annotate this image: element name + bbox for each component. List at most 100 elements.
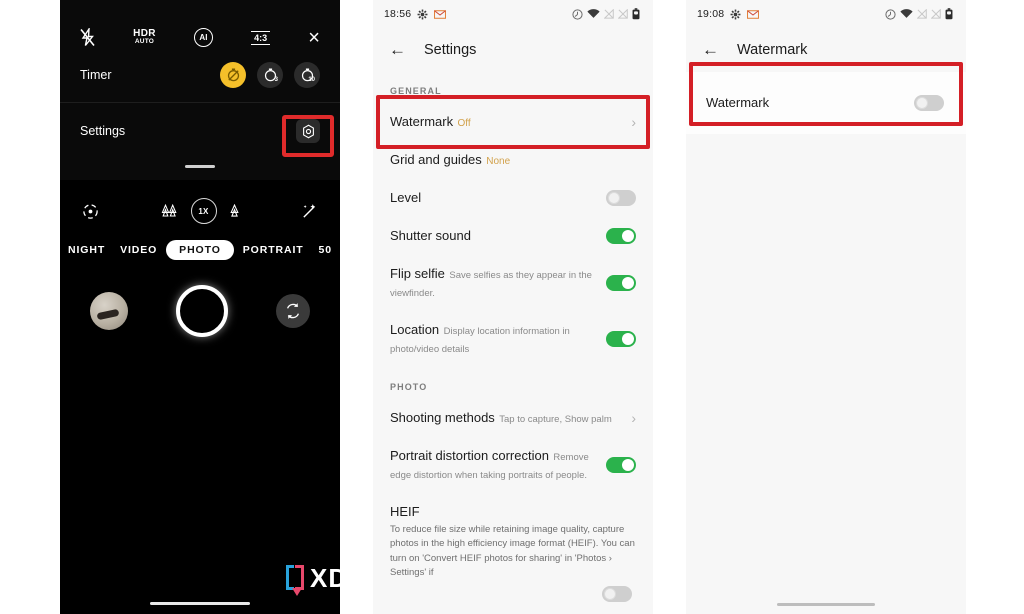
chevron-right-icon: › — [631, 410, 636, 426]
flash-off-icon[interactable] — [80, 28, 95, 47]
zoom-level-button[interactable]: 1X — [190, 198, 217, 224]
heif-description: To reduce file size while retaining imag… — [390, 524, 635, 578]
flip-selfie-toggle[interactable] — [606, 275, 636, 291]
settings-item-label: Grid and guides — [390, 152, 482, 167]
portrait-distortion-toggle[interactable] — [606, 457, 636, 473]
gmail-icon — [747, 9, 760, 19]
magic-wand-icon[interactable] — [301, 203, 318, 220]
settings-item-watermark[interactable]: Watermark Off › — [373, 104, 653, 142]
settings-item-label: Watermark — [390, 114, 454, 129]
settings-item-label: Shooting methods — [390, 410, 495, 425]
close-icon[interactable]: × — [308, 28, 320, 48]
section-header-general: GENERAL — [390, 86, 442, 96]
signal-2-icon — [931, 9, 941, 19]
settings-item-heif[interactable]: HEIF — [373, 494, 653, 521]
settings-item-sublabel: Tap to capture, Show palm — [499, 414, 612, 425]
settings-item-shutter-sound[interactable]: Shutter sound — [373, 218, 653, 256]
tree-wide-icon[interactable] — [229, 203, 240, 219]
settings-item-label: Level — [390, 190, 422, 205]
gear-icon[interactable] — [296, 119, 320, 143]
statusbar-right — [572, 8, 640, 20]
shutter-button[interactable] — [176, 285, 228, 337]
back-arrow-icon[interactable]: ← — [702, 41, 719, 58]
mode-portrait[interactable]: PORTRAIT — [237, 240, 310, 260]
camera-settings-label: Settings — [80, 124, 126, 138]
signal-1-icon — [604, 9, 614, 19]
dnd-icon — [572, 8, 583, 20]
section-header-photo: PHOTO — [390, 382, 428, 392]
timer-options: 3 10 — [220, 61, 320, 88]
statusbar-clock: 18:56 — [384, 8, 412, 20]
timer-row: Timer 3 10 — [60, 47, 340, 103]
battery-icon — [945, 8, 953, 20]
signal-1-icon — [917, 9, 927, 19]
statusbar-right — [885, 8, 953, 20]
mode-photo[interactable]: PHOTO — [166, 240, 234, 260]
mode-night[interactable]: NIGHT — [62, 240, 111, 260]
level-toggle[interactable] — [606, 190, 636, 206]
watermark-page-panel: 19:08 ← Watermark Watermark — [686, 0, 966, 614]
mode-video[interactable]: VIDEO — [114, 240, 163, 260]
focus-reticle-icon[interactable] — [82, 203, 99, 220]
camera-shutter-row — [60, 285, 340, 337]
statusbar-left: 19:08 — [697, 8, 760, 20]
timer-label: Timer — [80, 67, 112, 82]
signal-2-icon — [618, 9, 628, 19]
trees-ultrawide-icon[interactable] — [161, 203, 179, 219]
hdr-auto-icon[interactable]: HDR AUTO — [133, 29, 156, 46]
gallery-thumbnail[interactable] — [90, 292, 128, 330]
screenshot-stage: HDR AUTO AI 4:3 × Timer 3 10 Settings 1X… — [0, 0, 1024, 614]
camera-top-toolbar: HDR AUTO AI 4:3 × — [60, 0, 340, 48]
back-arrow-icon[interactable]: ← — [389, 41, 406, 58]
settings-item-shooting-methods[interactable]: Shooting methods Tap to capture, Show pa… — [373, 400, 653, 438]
gear-icon — [730, 9, 741, 20]
watermark-toggle-row[interactable]: Watermark — [686, 72, 966, 134]
location-toggle[interactable] — [606, 331, 636, 347]
settings-item-label: Flip selfie — [390, 266, 445, 281]
camera-app-panel: HDR AUTO AI 4:3 × Timer 3 10 Settings 1X… — [60, 0, 340, 614]
timer-3s-label: 3 — [274, 77, 278, 83]
camera-settings-sheet: HDR AUTO AI 4:3 × Timer 3 10 Settings — [60, 0, 340, 180]
gear-icon — [417, 9, 428, 20]
settings-item-value: None — [486, 156, 511, 167]
timer-3s-button[interactable]: 3 — [257, 61, 283, 88]
android-nav-pill-watermark[interactable] — [777, 603, 875, 606]
wifi-icon — [900, 9, 913, 19]
mode-50mp[interactable]: 50 — [313, 240, 338, 260]
settings-item-value: Off — [457, 118, 471, 129]
sheet-drag-handle[interactable] — [185, 165, 215, 168]
watermark-header: ← Watermark — [686, 28, 966, 72]
settings-item-portrait-distortion-correction[interactable]: Portrait distortion correction Remove ed… — [373, 438, 653, 494]
settings-item-label: Location — [390, 322, 440, 337]
settings-item-label: HEIF — [390, 504, 420, 519]
timer-off-button[interactable] — [220, 61, 246, 88]
watermark-toggle[interactable] — [914, 94, 944, 111]
page-title: Watermark — [737, 42, 808, 58]
statusbar-left: 18:56 — [384, 8, 447, 20]
heif-toggle[interactable] — [602, 586, 632, 602]
dnd-icon — [885, 8, 896, 20]
shutter-sound-toggle[interactable] — [606, 228, 636, 244]
zoom-selector: 1X — [161, 198, 240, 224]
ai-scene-icon[interactable]: AI — [193, 28, 213, 47]
battery-icon — [632, 8, 640, 20]
watermark-row-label: Watermark — [706, 95, 770, 110]
settings-item-location[interactable]: Location Display location information in… — [373, 312, 653, 368]
camera-settings-row[interactable]: Settings — [60, 103, 340, 159]
android-nav-pill-camera[interactable] — [150, 602, 250, 605]
page-title: Settings — [424, 42, 477, 58]
settings-item-label: Portrait distortion correction — [390, 448, 549, 463]
flip-camera-icon[interactable] — [276, 294, 310, 328]
gmail-icon — [434, 9, 447, 19]
timer-10s-button[interactable]: 10 — [294, 61, 320, 88]
settings-item-grid-and-guides[interactable]: Grid and guides None — [373, 142, 653, 180]
wifi-icon — [587, 9, 600, 19]
chevron-right-icon: › — [631, 114, 636, 130]
settings-item-level[interactable]: Level — [373, 180, 653, 218]
statusbar-watermark: 19:08 — [686, 0, 966, 28]
statusbar-settings: 18:56 — [373, 0, 653, 28]
settings-item-flip-selfie[interactable]: Flip selfie Save selfies as they appear … — [373, 256, 653, 312]
lens-control-row: 1X — [60, 198, 340, 224]
aspect-ratio-icon[interactable]: 4:3 — [251, 30, 271, 45]
timer-10s-label: 10 — [308, 77, 315, 83]
